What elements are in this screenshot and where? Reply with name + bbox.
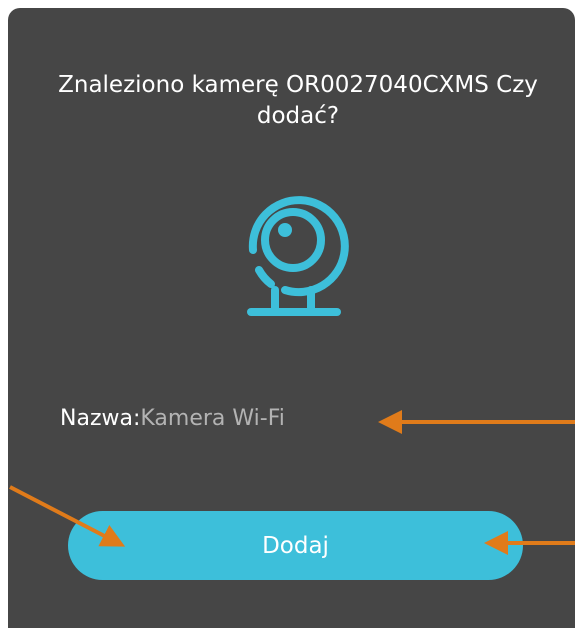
dialog-title: Znaleziono kamerę OR0027040CXMS Czy doda… — [58, 72, 538, 129]
page: Znaleziono kamerę OR0027040CXMS Czy doda… — [0, 0, 575, 628]
add-camera-dialog: Znaleziono kamerę OR0027040CXMS Czy doda… — [8, 8, 575, 628]
camera-name-field[interactable]: Kamera Wi-Fi — [140, 406, 285, 431]
name-label: Nazwa: — [60, 406, 141, 431]
camera-name-row: Nazwa:Kamera Wi-Fi — [60, 404, 285, 434]
add-button-label: Dodaj — [262, 532, 329, 559]
add-button[interactable]: Dodaj — [68, 511, 523, 580]
webcam-icon — [247, 196, 349, 316]
